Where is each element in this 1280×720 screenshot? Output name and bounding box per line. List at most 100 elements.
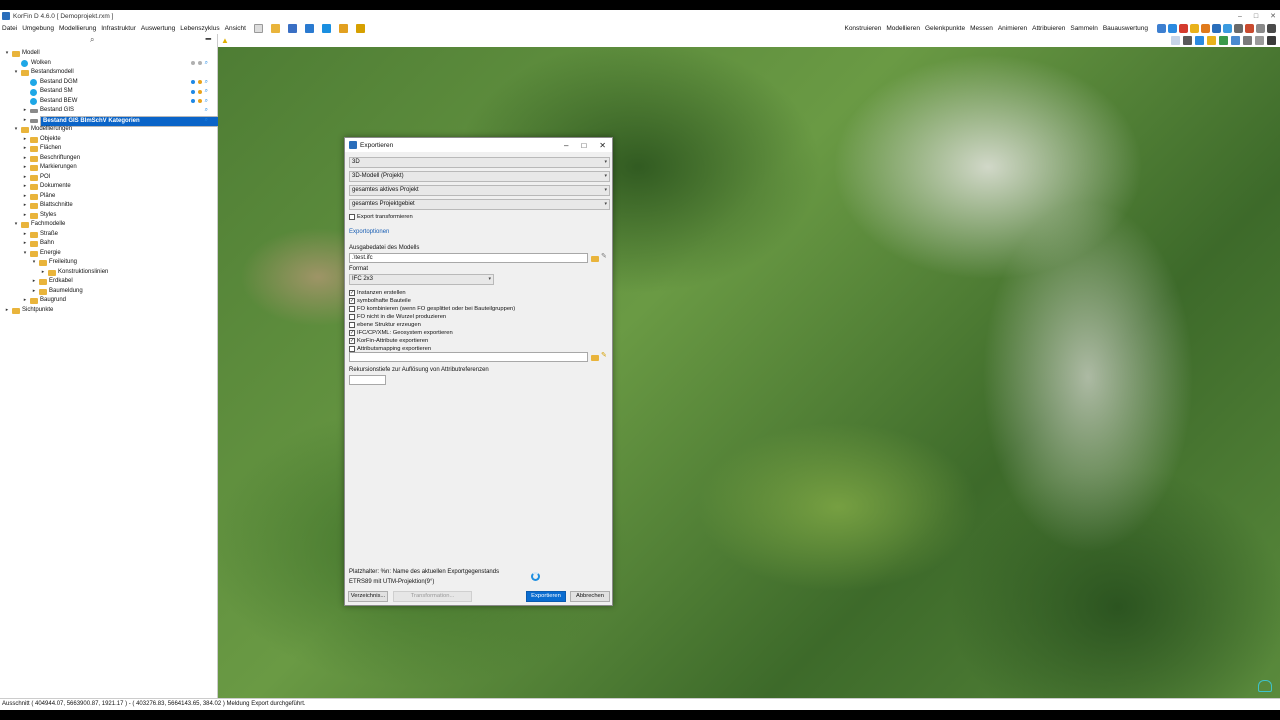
tree-item[interactable]: ▸ Sichtpunkte	[0, 306, 217, 316]
option-checkbox-row[interactable]: FO nicht in die Wurzel produzieren	[349, 313, 446, 321]
option-checkbox[interactable]: ✓	[349, 330, 355, 336]
zoom-to-icon[interactable]: ⌕	[205, 59, 208, 69]
view-icon[interactable]	[1195, 36, 1204, 45]
tree-item[interactable]: ▸ Beschriftungen	[0, 154, 217, 164]
menu-ansicht[interactable]: Ansicht	[225, 25, 246, 32]
collapse-arrow-icon[interactable]: ▾	[22, 249, 28, 259]
status-dot-icon[interactable]	[190, 89, 195, 94]
export-scope-select[interactable]: gesamtes aktives Projekt ▾	[349, 185, 610, 196]
camera-icon[interactable]	[1231, 36, 1240, 45]
option-checkbox-row[interactable]: ✓ KorFin-Attribute exportieren	[349, 337, 428, 345]
tree-item[interactable]: ▸ Flächen	[0, 144, 217, 154]
tree-item[interactable]: ▸ Objekte	[0, 135, 217, 145]
tree-item[interactable]: ▸ POI	[0, 173, 217, 183]
tree-item[interactable]: ▸ Pläne	[0, 192, 217, 202]
export-model-select[interactable]: 3D-Modell (Projekt) ▾	[349, 171, 610, 182]
collapse-arrow-icon[interactable]: ▾	[31, 258, 37, 268]
menu-sammeln[interactable]: Sammeln	[1070, 25, 1097, 32]
tree-item[interactable]: ▾ Energie	[0, 249, 217, 259]
transformation-button[interactable]: Transformation...	[393, 591, 472, 602]
status-dot-icon[interactable]	[197, 89, 202, 94]
pin-icon[interactable]	[1256, 23, 1265, 33]
menu-bauauswertung[interactable]: Bauauswertung	[1103, 25, 1148, 32]
tree-item[interactable]: ▸ Konstruktionslinien	[0, 268, 217, 278]
status-dot-icon[interactable]	[190, 80, 195, 85]
menu-konstruieren[interactable]: Konstruieren	[844, 25, 881, 32]
zoom-to-icon[interactable]: ⌕	[205, 106, 208, 116]
rocket-icon[interactable]	[1201, 23, 1210, 33]
browse-folder-icon[interactable]	[591, 355, 599, 361]
dialog-close-button[interactable]: ✕	[599, 141, 606, 150]
expand-arrow-icon[interactable]: ▸	[40, 268, 46, 278]
list-icon[interactable]	[355, 23, 365, 33]
new-file-icon[interactable]	[253, 23, 263, 33]
settings-icon[interactable]	[321, 23, 331, 33]
format-select[interactable]: IFC 2x3 ▾	[349, 274, 494, 285]
tree-item[interactable]: ▸ Bahn	[0, 239, 217, 249]
collapse-arrow-icon[interactable]: ▾	[13, 125, 19, 135]
mapping-file-input[interactable]	[349, 352, 588, 362]
tree-item[interactable]: Bestand BEW ⌕	[0, 97, 217, 107]
expand-arrow-icon[interactable]: ▸	[22, 173, 28, 183]
export-options-link[interactable]: Exportoptionen	[349, 229, 389, 235]
expand-arrow-icon[interactable]: ▸	[4, 306, 10, 316]
menu-animieren[interactable]: Animieren	[998, 25, 1027, 32]
expand-arrow-icon[interactable]: ▸	[31, 277, 37, 287]
tree-item[interactable]: ▸ Styles	[0, 211, 217, 221]
status-dot-icon[interactable]	[197, 99, 202, 104]
zoom-to-icon[interactable]: ⌕	[205, 78, 208, 88]
open-folder-icon[interactable]	[270, 23, 280, 33]
expand-arrow-icon[interactable]: ▸	[22, 154, 28, 164]
columns-icon[interactable]	[1255, 36, 1264, 45]
recursion-input[interactable]	[349, 375, 386, 385]
tree-item[interactable]: ▸ Blattschnitte	[0, 201, 217, 211]
tree-item[interactable]: ▸ Baugrund	[0, 296, 217, 306]
menu-attribuieren[interactable]: Attribuieren	[1032, 25, 1065, 32]
option-checkbox-row[interactable]: ✓ symbolhafte Bauteile	[349, 297, 411, 305]
expand-arrow-icon[interactable]: ▸	[22, 211, 28, 221]
tree-item[interactable]: Bestand SM ⌕	[0, 87, 217, 97]
expand-arrow-icon[interactable]: ▸	[22, 106, 28, 116]
expand-arrow-icon[interactable]: ▸	[22, 135, 28, 145]
tree-item[interactable]: ▸ Bestand GIS ⌕	[0, 106, 217, 116]
tree-item[interactable]: ▾ Modell	[0, 49, 217, 59]
flag-icon[interactable]	[1212, 23, 1221, 33]
layers-icon[interactable]	[338, 23, 348, 33]
collapse-arrow-icon[interactable]: ▾	[13, 220, 19, 230]
collapse-arrow-icon[interactable]: ▾	[4, 49, 10, 59]
measure-icon[interactable]	[1234, 23, 1243, 33]
edit-icon[interactable]	[1183, 36, 1192, 45]
maximize-button[interactable]: □	[1254, 13, 1258, 20]
tree-item[interactable]: ▾ Bestandsmodell	[0, 68, 217, 78]
option-checkbox[interactable]	[349, 306, 355, 312]
expand-arrow-icon[interactable]: ▸	[31, 287, 37, 297]
menu-auswertung[interactable]: Auswertung	[141, 25, 175, 32]
expand-arrow-icon[interactable]: ▸	[22, 239, 28, 249]
menu-infrastruktur[interactable]: Infrastruktur	[101, 25, 136, 32]
warning-icon[interactable]: ▲	[221, 36, 229, 45]
panel-icon[interactable]	[1267, 36, 1276, 45]
tree-item[interactable]: ▾ Fachmodelle	[0, 220, 217, 230]
tree-item[interactable]: ▸ Erdkabel	[0, 277, 217, 287]
tree-item[interactable]: ▸ Bestand GIS BImSchV Kategorien ⌕	[0, 115, 301, 127]
expand-arrow-icon[interactable]: ▸	[22, 230, 28, 240]
menu-modellieren[interactable]: Modellieren	[886, 25, 920, 32]
search-icon[interactable]: ⌕	[90, 35, 94, 45]
option-checkbox[interactable]	[349, 314, 355, 320]
select-icon[interactable]	[1171, 36, 1180, 45]
tree-item[interactable]: ▾ Modellierungen	[0, 125, 217, 135]
document-icon[interactable]	[1223, 23, 1232, 33]
grid-icon[interactable]	[1157, 23, 1166, 33]
zoom-to-icon[interactable]: ⌕	[205, 87, 208, 97]
navigation-cube-icon[interactable]	[1258, 680, 1272, 692]
euro-icon[interactable]	[1179, 23, 1188, 33]
browse-folder-icon[interactable]	[591, 256, 599, 262]
wrench-icon[interactable]	[1267, 23, 1276, 33]
tree-item[interactable]: ▸ Straße	[0, 230, 217, 240]
option-checkbox-row[interactable]: ✓ Instanzen erstellen	[349, 289, 406, 297]
cancel-button[interactable]: Abbrechen	[570, 591, 610, 602]
directory-button[interactable]: Verzeichnis...	[348, 591, 388, 602]
tree-item[interactable]: ▸ Markierungen	[0, 163, 217, 173]
tree-item[interactable]: ▾ Freileitung	[0, 258, 217, 268]
tree-item[interactable]: ▸ Dokumente	[0, 182, 217, 192]
